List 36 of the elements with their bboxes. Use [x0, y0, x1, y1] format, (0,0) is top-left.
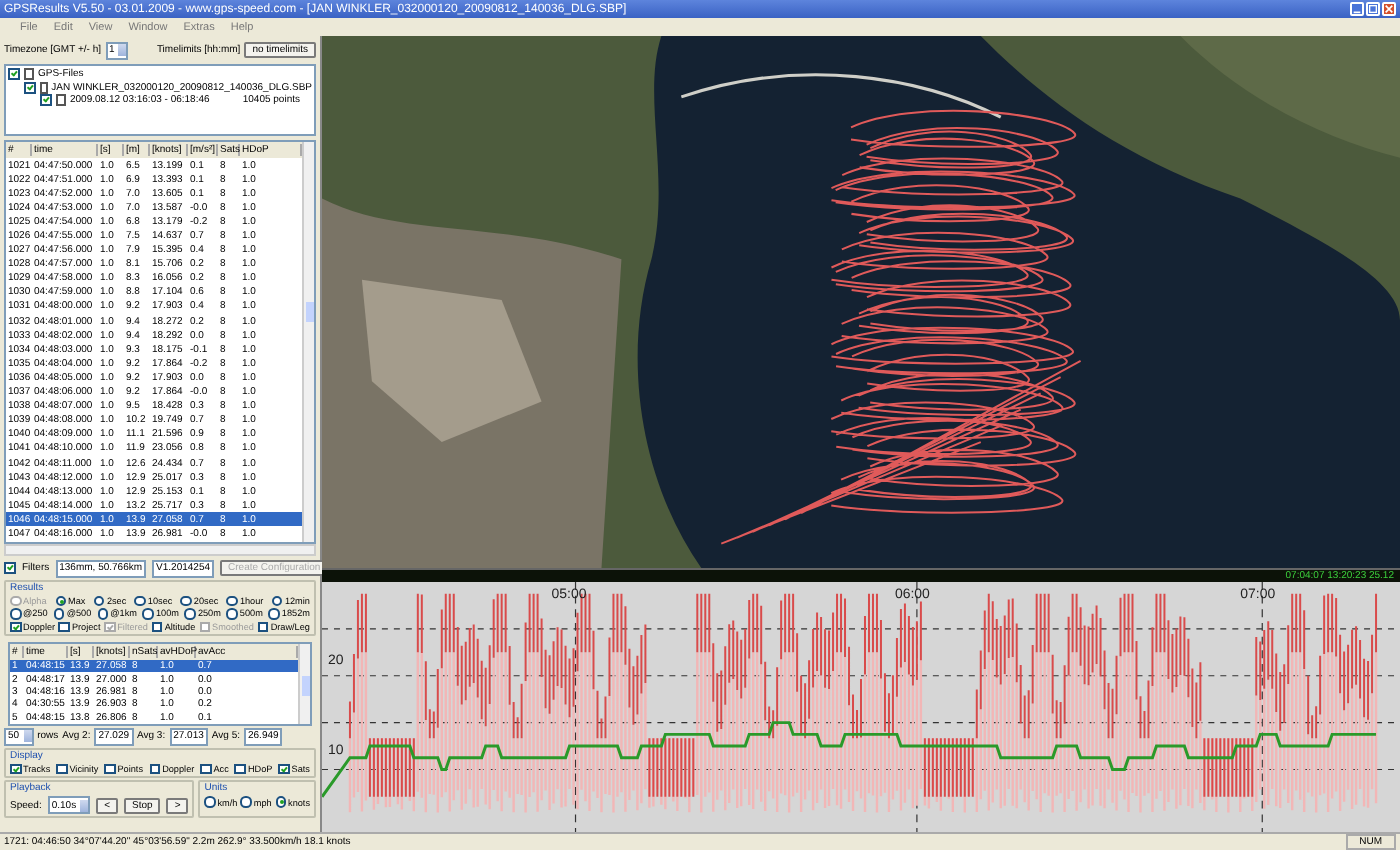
radio-button[interactable]: [271, 595, 283, 607]
checkbox[interactable]: [58, 621, 70, 633]
checkbox[interactable]: [200, 763, 212, 775]
vertical-scrollbar[interactable]: [298, 644, 310, 724]
checkbox[interactable]: [10, 763, 21, 775]
vertical-scrollbar[interactable]: [302, 142, 314, 542]
radio-button[interactable]: [275, 796, 287, 808]
checkbox[interactable]: [10, 621, 21, 633]
maximize-button[interactable]: [1366, 2, 1380, 16]
checkbox[interactable]: [257, 621, 269, 633]
radio-button[interactable]: [226, 595, 238, 607]
checkbox[interactable]: [40, 94, 52, 107]
radio-button[interactable]: [226, 608, 238, 620]
checkbox[interactable]: [24, 81, 36, 94]
checkbox[interactable]: [56, 763, 68, 775]
radio-button[interactable]: [204, 796, 216, 808]
radio-button[interactable]: [268, 608, 280, 620]
close-button[interactable]: [1382, 2, 1396, 16]
radio-button[interactable]: [240, 796, 252, 808]
radio-button[interactable]: [142, 608, 154, 620]
radio-button[interactable]: [53, 608, 65, 620]
minimize-button[interactable]: [1350, 2, 1364, 16]
radio-button[interactable]: [134, 595, 146, 607]
checkbox[interactable]: [8, 68, 20, 81]
radio-button[interactable]: [180, 595, 192, 607]
radio-button[interactable]: [97, 608, 109, 620]
checkbox[interactable]: [151, 621, 163, 633]
checkbox[interactable]: [234, 763, 246, 775]
radio-button[interactable]: [184, 608, 196, 620]
radio-button[interactable]: [10, 608, 21, 620]
checkbox[interactable]: [149, 763, 161, 775]
checkbox[interactable]: [278, 763, 290, 775]
radio-button[interactable]: [55, 595, 66, 607]
checkbox[interactable]: [4, 562, 16, 575]
checkbox[interactable]: [104, 763, 116, 775]
radio-button[interactable]: [93, 595, 105, 607]
